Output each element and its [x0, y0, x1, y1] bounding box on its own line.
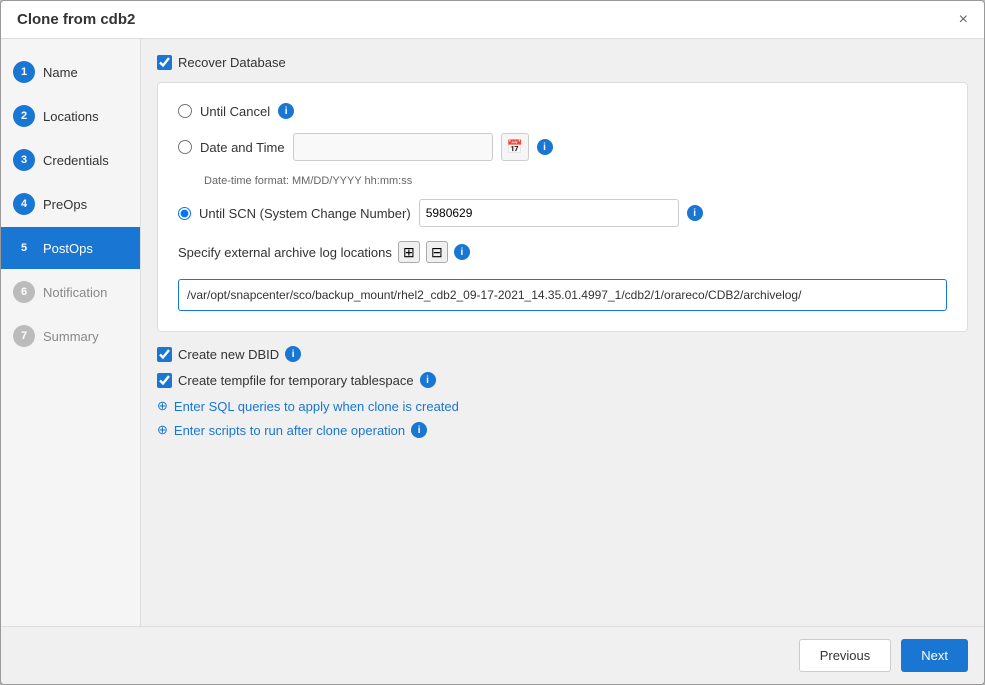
sidebar-item-label-notification: Notification	[43, 285, 107, 300]
sidebar-item-label-summary: Summary	[43, 329, 99, 344]
calendar-icon: 📅	[506, 139, 522, 155]
sidebar-item-locations[interactable]: 2 Locations	[1, 95, 140, 137]
create-tempfile-label: Create tempfile for temporary tablespace	[178, 373, 414, 388]
date-time-info-icon[interactable]: i	[537, 139, 553, 155]
step-circle-3: 3	[13, 149, 35, 171]
create-dbid-info-icon[interactable]: i	[285, 346, 301, 362]
archive-log-info-icon[interactable]: i	[454, 244, 470, 260]
scn-input[interactable]	[419, 199, 679, 227]
date-time-input[interactable]	[293, 133, 493, 161]
add-archive-location-button[interactable]: ⊞	[398, 241, 420, 263]
sidebar-item-preops[interactable]: 4 PreOps	[1, 183, 140, 225]
dialog-title: Clone from cdb2	[17, 11, 135, 28]
previous-button[interactable]: Previous	[799, 639, 892, 672]
main-content: Recover Database Until Cancel i Date and…	[141, 39, 984, 626]
recover-db-label: Recover Database	[178, 55, 286, 70]
date-time-label: Date and Time	[200, 140, 285, 155]
close-button[interactable]: ×	[959, 12, 968, 28]
sidebar-item-label-name: Name	[43, 65, 78, 80]
sidebar-item-postops[interactable]: 5 PostOps	[1, 227, 140, 269]
step-circle-1: 1	[13, 61, 35, 83]
sidebar-item-label-preops: PreOps	[43, 197, 87, 212]
sidebar-item-label-postops: PostOps	[43, 241, 93, 256]
sql-expand-icon: ⊕	[157, 398, 168, 414]
add-icon: ⊞	[403, 244, 415, 261]
date-time-radio-row: Date and Time 📅 i	[178, 133, 947, 161]
scripts-link[interactable]: Enter scripts to run after clone operati…	[174, 423, 405, 438]
dialog-body: 1 Name 2 Locations 3 Credentials 4 PreOp…	[1, 39, 984, 626]
create-tempfile-checkbox[interactable]	[157, 373, 172, 388]
sidebar: 1 Name 2 Locations 3 Credentials 4 PreOp…	[1, 39, 141, 626]
step-circle-2: 2	[13, 105, 35, 127]
step-circle-7: 7	[13, 325, 35, 347]
sidebar-item-name[interactable]: 1 Name	[1, 51, 140, 93]
recover-db-checkbox[interactable]	[157, 55, 172, 70]
remove-icon: ⊟	[431, 244, 443, 261]
scn-info-icon[interactable]: i	[687, 205, 703, 221]
create-tempfile-row: Create tempfile for temporary tablespace…	[157, 372, 968, 388]
recovery-options-card: Until Cancel i Date and Time 📅 i Date-ti…	[157, 82, 968, 332]
archive-log-row: Specify external archive log locations ⊞…	[178, 241, 947, 263]
date-format-hint: Date-time format: MM/DD/YYYY hh:mm:ss	[204, 175, 947, 187]
step-circle-5: 5	[13, 237, 35, 259]
recover-db-row: Recover Database	[157, 55, 968, 70]
remove-archive-location-button[interactable]: ⊟	[426, 241, 448, 263]
create-dbid-checkbox[interactable]	[157, 347, 172, 362]
dialog-header: Clone from cdb2 ×	[1, 1, 984, 39]
scripts-expand-icon: ⊕	[157, 422, 168, 438]
create-dbid-label: Create new DBID	[178, 347, 279, 362]
scripts-link-row: ⊕ Enter scripts to run after clone opera…	[157, 422, 968, 438]
archive-path-input[interactable]	[178, 279, 947, 311]
until-cancel-label: Until Cancel	[200, 104, 270, 119]
sidebar-item-label-locations: Locations	[43, 109, 99, 124]
step-circle-6: 6	[13, 281, 35, 303]
sidebar-item-label-credentials: Credentials	[43, 153, 109, 168]
scn-label: Until SCN (System Change Number)	[199, 206, 411, 221]
until-cancel-row: Until Cancel i	[178, 103, 947, 119]
sidebar-item-credentials[interactable]: 3 Credentials	[1, 139, 140, 181]
date-time-radio[interactable]	[178, 140, 192, 154]
sql-queries-link[interactable]: Enter SQL queries to apply when clone is…	[174, 399, 459, 414]
calendar-button[interactable]: 📅	[501, 133, 529, 161]
create-tempfile-info-icon[interactable]: i	[420, 372, 436, 388]
sidebar-item-notification[interactable]: 6 Notification	[1, 271, 140, 313]
clone-dialog: Clone from cdb2 × 1 Name 2 Locations 3 C…	[0, 0, 985, 685]
scn-radio[interactable]	[178, 207, 191, 220]
scn-row: Until SCN (System Change Number) i	[178, 199, 947, 227]
step-circle-4: 4	[13, 193, 35, 215]
next-button[interactable]: Next	[901, 639, 968, 672]
dialog-footer: Previous Next	[1, 626, 984, 684]
archive-log-label: Specify external archive log locations	[178, 245, 392, 260]
sidebar-item-summary[interactable]: 7 Summary	[1, 315, 140, 357]
sql-queries-link-row: ⊕ Enter SQL queries to apply when clone …	[157, 398, 968, 414]
scripts-info-icon[interactable]: i	[411, 422, 427, 438]
until-cancel-radio[interactable]	[178, 104, 192, 118]
until-cancel-info-icon[interactable]: i	[278, 103, 294, 119]
create-dbid-row: Create new DBID i	[157, 346, 968, 362]
